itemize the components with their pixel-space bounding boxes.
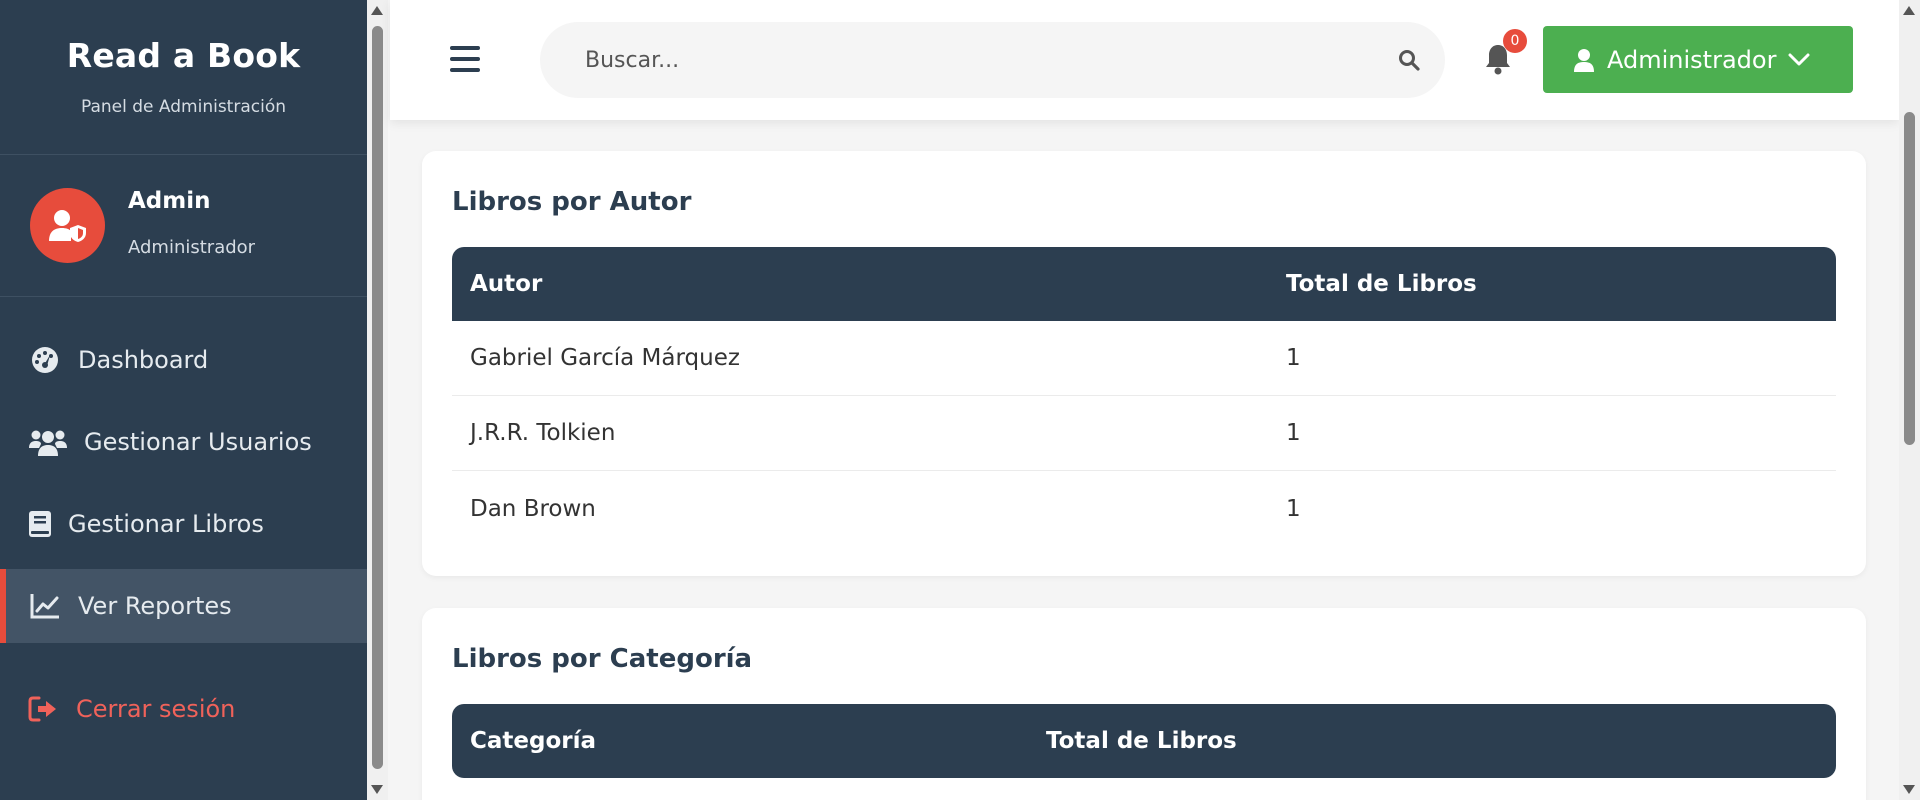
sidebar-item-books[interactable]: Gestionar Libros <box>0 487 367 561</box>
authors-report-card: Libros por Autor Autor Total de Libros G… <box>422 151 1866 576</box>
author-cell: Dan Brown <box>470 495 596 522</box>
author-cell: J.R.R. Tolkien <box>470 420 616 446</box>
book-icon <box>28 507 52 541</box>
brand-subtitle: Panel de Administración <box>81 97 286 117</box>
authors-report-title: Libros por Autor <box>452 187 692 217</box>
user-icon <box>1573 48 1595 72</box>
sidebar: Read a Book Panel de Administración Admi… <box>0 0 367 800</box>
brand-title: Read a Book <box>66 36 301 75</box>
sidebar-item-users[interactable]: Gestionar Usuarios <box>0 405 367 479</box>
logout-label: Cerrar sesión <box>76 695 236 723</box>
column-header-author: Autor <box>470 271 543 297</box>
search-icon[interactable] <box>1397 48 1421 72</box>
users-icon <box>28 425 68 459</box>
top-header: 0 Administrador <box>390 0 1899 120</box>
table-row: Gabriel García Márquez 1 <box>452 321 1836 396</box>
user-shield-icon <box>48 209 86 242</box>
page-scrollbar[interactable] <box>1899 0 1920 800</box>
sidebar-item-dashboard[interactable]: Dashboard <box>0 323 367 397</box>
scrollbar-thumb[interactable] <box>372 26 383 769</box>
table-row: Dan Brown 1 <box>452 471 1836 546</box>
column-header-category: Categoría <box>470 728 597 754</box>
user-profile: Admin Administrador <box>0 155 367 297</box>
search-bar <box>540 22 1445 98</box>
sidebar-item-reports[interactable]: Ver Reportes <box>0 569 367 643</box>
user-menu-button[interactable]: Administrador <box>1543 26 1853 93</box>
chevron-down-icon <box>1788 53 1810 67</box>
total-cell: 1 <box>1286 420 1301 446</box>
menu-toggle-icon[interactable] <box>450 46 480 72</box>
categories-report-card: Libros por Categoría Categoría Total de … <box>422 608 1866 800</box>
total-cell: 1 <box>1286 345 1301 371</box>
sidebar-scrollbar[interactable] <box>367 0 388 800</box>
sidebar-item-label: Gestionar Libros <box>68 510 264 538</box>
scroll-down-arrow-icon[interactable] <box>371 785 383 794</box>
dashboard-icon <box>28 343 62 377</box>
table-row: J.R.R. Tolkien 1 <box>452 396 1836 471</box>
table-header: Autor Total de Libros <box>452 247 1836 321</box>
scroll-up-arrow-icon[interactable] <box>371 6 383 15</box>
logout-icon <box>28 692 58 726</box>
notification-badge: 0 <box>1503 29 1527 53</box>
authors-table: Autor Total de Libros Gabriel García Már… <box>452 247 1836 546</box>
search-input[interactable] <box>585 47 1365 73</box>
total-cell: 1 <box>1286 495 1301 522</box>
column-header-total: Total de Libros <box>1046 728 1237 754</box>
scroll-up-arrow-icon[interactable] <box>1903 6 1915 15</box>
categories-table: Categoría Total de Libros <box>452 704 1836 778</box>
author-cell: Gabriel García Márquez <box>470 345 740 371</box>
scrollbar-thumb[interactable] <box>1904 112 1915 445</box>
sidebar-item-label: Gestionar Usuarios <box>84 428 312 456</box>
chart-line-icon <box>28 589 62 623</box>
sidebar-item-label: Ver Reportes <box>78 592 232 620</box>
scroll-down-arrow-icon[interactable] <box>1903 785 1915 794</box>
categories-report-title: Libros por Categoría <box>452 644 753 674</box>
table-header: Categoría Total de Libros <box>452 704 1836 778</box>
column-header-total: Total de Libros <box>1286 271 1477 297</box>
brand: Read a Book Panel de Administración <box>0 0 367 155</box>
logout-button[interactable]: Cerrar sesión <box>28 692 235 726</box>
avatar <box>30 188 105 263</box>
profile-name: Admin <box>128 188 211 214</box>
profile-role: Administrador <box>128 237 256 258</box>
sidebar-nav: Dashboard Gestionar Usuarios Gestionar L… <box>0 323 367 651</box>
sidebar-item-label: Dashboard <box>78 346 209 374</box>
user-menu-label: Administrador <box>1607 45 1777 74</box>
